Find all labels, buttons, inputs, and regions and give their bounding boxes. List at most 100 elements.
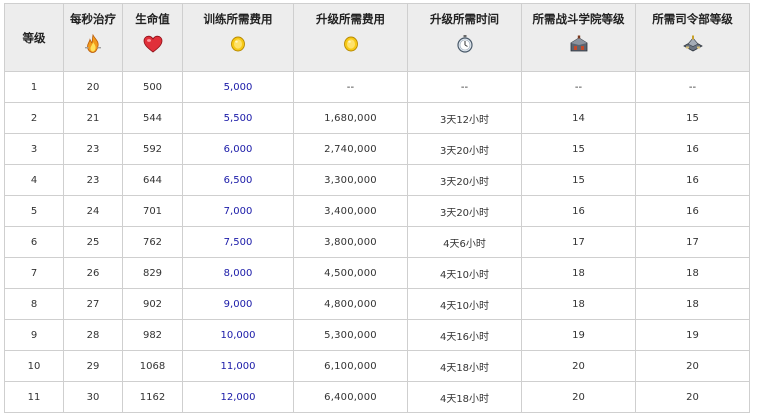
header-row: 等级 每秒治疗 生命值 训练所需费用 升级所需费用 升级所需时间 所需战斗学院等… [4,3,750,72]
cell-train-cost: 5,000 [182,71,294,103]
heart-icon [143,35,162,53]
cell-hq-level: 18 [635,257,750,289]
cell-upgrade-time-value: 3天20小时 [439,176,490,188]
cell-upgrade-time: 4天10小时 [407,288,522,320]
cell-upgrade-time: 4天6小时 [407,226,522,258]
cell-hq-level-value: 16 [686,174,699,186]
cell-academy-level: 17 [521,226,636,258]
cell-upgrade-cost: 3,300,000 [293,164,408,196]
cell-academy-level-value: 15 [572,174,585,186]
header-upgrade-time-label: 升级所需时间 [430,12,499,26]
table-row: 1 20 500 5,000 -- -- -- -- [4,71,750,103]
cell-level: 10 [4,350,64,382]
cell-hq-level: 16 [635,164,750,196]
cell-level: 11 [4,381,64,413]
header-train-cost-label: 训练所需费用 [203,12,273,26]
cell-upgrade-cost-value: -- [346,81,355,93]
cell-upgrade-cost: 6,400,000 [293,381,408,413]
cell-level-value: 11 [27,391,41,403]
cell-upgrade-time-value: 4天10小时 [439,269,490,281]
cell-train-cost-value: 7,000 [223,205,253,217]
cell-upgrade-time-value: 3天20小时 [439,145,490,157]
table-row: 9 28 982 10,000 5,300,000 4天16小时 19 19 [4,319,750,351]
cell-academy-level-value: 18 [572,267,585,279]
cell-level-value: 8 [30,298,38,310]
cell-upgrade-time: 3天20小时 [407,133,522,165]
cell-train-cost-value: 10,000 [220,329,256,341]
cell-level-value: 2 [30,112,38,124]
header-hp-label: 生命值 [135,12,170,26]
cell-hq-level-value: 19 [686,329,699,341]
cell-academy-level: 20 [521,381,636,413]
cell-upgrade-cost-value: 3,400,000 [324,205,377,217]
header-academy-level-label: 所需战斗学院等级 [532,12,625,26]
cell-heal-per-sec: 20 [63,71,123,103]
cell-hq-level-value: 20 [686,391,699,403]
cell-heal-per-sec-value: 25 [86,236,100,248]
cell-train-cost: 5,500 [182,102,294,134]
cell-hp: 500 [122,71,183,103]
header-level-label: 等级 [22,30,46,45]
cell-heal-per-sec: 26 [63,257,123,289]
cell-upgrade-cost: 3,800,000 [293,226,408,258]
cell-upgrade-time-value: 3天20小时 [439,207,490,219]
header-level: 等级 [4,3,64,72]
cell-academy-level: 14 [521,102,636,134]
header-hq-level: 所需司令部等级 [635,3,750,72]
cell-heal-per-sec: 30 [63,381,123,413]
cell-academy-level: 15 [521,133,636,165]
cell-level-value: 3 [30,143,38,155]
cell-train-cost: 11,000 [182,350,294,382]
cell-hq-level: -- [635,71,750,103]
cell-hp-value: 544 [142,112,163,124]
cell-level-value: 10 [27,360,41,372]
cell-heal-per-sec: 29 [63,350,123,382]
cell-upgrade-cost-value: 5,300,000 [324,329,377,341]
header-upgrade-time: 升级所需时间 [407,3,522,72]
table-body: 1 20 500 5,000 -- -- -- -- 2 21 544 5,500 1,680,000 3… [4,71,750,413]
cell-upgrade-time-value: 4天18小时 [439,362,490,374]
cell-train-cost-value: 6,000 [223,143,253,155]
cell-heal-per-sec-value: 23 [86,174,100,186]
cell-hq-level-value: 16 [686,205,699,217]
header-upgrade-cost: 升级所需费用 [293,3,408,72]
cell-heal-per-sec: 25 [63,226,123,258]
cell-academy-level: 18 [521,288,636,320]
cell-train-cost: 9,000 [182,288,294,320]
cell-upgrade-cost: -- [293,71,408,103]
header-upgrade-cost-label: 升级所需费用 [316,12,385,26]
table-row: 7 26 829 8,000 4,500,000 4天10小时 18 18 [4,257,750,289]
cell-level: 9 [4,319,64,351]
cell-hp: 762 [122,226,183,258]
table-row: 2 21 544 5,500 1,680,000 3天12小时 14 15 [4,102,750,134]
cell-hq-level: 15 [635,102,750,134]
cell-hq-level: 18 [635,288,750,320]
cell-upgrade-cost: 3,400,000 [293,195,408,227]
cell-upgrade-time: 4天18小时 [407,381,522,413]
cell-hp: 1162 [122,381,183,413]
cell-train-cost: 10,000 [182,319,294,351]
cell-upgrade-time: 4天10小时 [407,257,522,289]
cell-upgrade-cost-value: 4,500,000 [324,267,377,279]
table-row: 8 27 902 9,000 4,800,000 4天10小时 18 18 [4,288,750,320]
cell-academy-level-value: 20 [572,391,585,403]
cell-hq-level-value: 16 [686,143,699,155]
table-row: 10 29 1068 11,000 6,100,000 4天18小时 20 20 [4,350,750,382]
cell-hp: 701 [122,195,183,227]
cell-upgrade-cost: 2,740,000 [293,133,408,165]
cell-train-cost-value: 7,500 [223,236,253,248]
cell-upgrade-time-value: 4天18小时 [439,393,490,405]
cell-upgrade-cost: 4,500,000 [293,257,408,289]
cell-train-cost-value: 12,000 [220,391,256,403]
cell-upgrade-cost: 4,800,000 [293,288,408,320]
cell-train-cost-value: 6,500 [223,174,253,186]
cell-hp-value: 902 [142,298,163,310]
cell-train-cost-value: 5,000 [223,81,253,93]
cell-train-cost: 12,000 [182,381,294,413]
cell-level: 2 [4,102,64,134]
cell-upgrade-time-value: 4天16小时 [439,331,490,343]
cell-upgrade-time: 3天20小时 [407,195,522,227]
table-row: 4 23 644 6,500 3,300,000 3天20小时 15 16 [4,164,750,196]
cell-upgrade-cost-value: 3,800,000 [324,236,377,248]
stopwatch-icon [456,35,473,53]
